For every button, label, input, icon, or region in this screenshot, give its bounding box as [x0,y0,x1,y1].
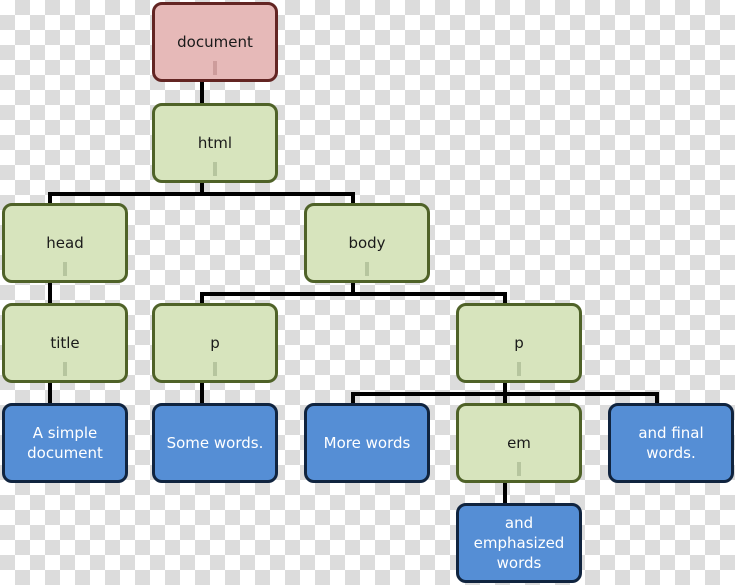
node-text-a-simple-document: A simple document [2,403,128,483]
node-label: and final words. [638,424,704,462]
connector-stub [517,462,521,476]
dom-tree-diagram: document html head body title p p A simp… [0,0,735,585]
connector-document-html [200,80,204,103]
connector-body-bus [200,292,507,296]
connector-stub [213,362,217,376]
node-label: and emphasized words [473,514,565,572]
node-label: p [514,334,524,352]
node-head: head [2,203,128,283]
node-label: body [348,234,386,252]
connector-stub [365,262,369,276]
connector-stub [213,162,217,176]
connector-stub [63,362,67,376]
node-label: html [197,134,233,152]
node-label: Some words. [166,434,264,452]
node-document: document [152,2,278,82]
node-label: A simple document [27,424,103,462]
connector-p1-text [200,382,204,404]
node-p-first: p [152,303,278,383]
connector-title-text [48,382,52,404]
node-body: body [304,203,430,283]
connector-head-title [48,282,52,304]
node-p-second: p [456,303,582,383]
connector-stub [213,61,217,75]
node-text-more-words: More words [304,403,430,483]
node-em: em [456,403,582,483]
node-text-and-emphasized-words: and emphasized words [456,503,582,583]
node-text-and-final-words: and final words. [608,403,734,483]
node-label: More words [323,434,411,452]
node-title: title [2,303,128,383]
node-label: p [210,334,220,352]
connector-stub [517,362,521,376]
node-label: title [50,334,80,352]
connector-em-text [503,482,507,504]
node-label: em [507,434,531,452]
connector-html-bus [48,192,355,196]
node-html: html [152,103,278,183]
node-label: document [177,33,253,51]
node-label: head [46,234,84,252]
node-text-some-words: Some words. [152,403,278,483]
connector-stub [63,262,67,276]
